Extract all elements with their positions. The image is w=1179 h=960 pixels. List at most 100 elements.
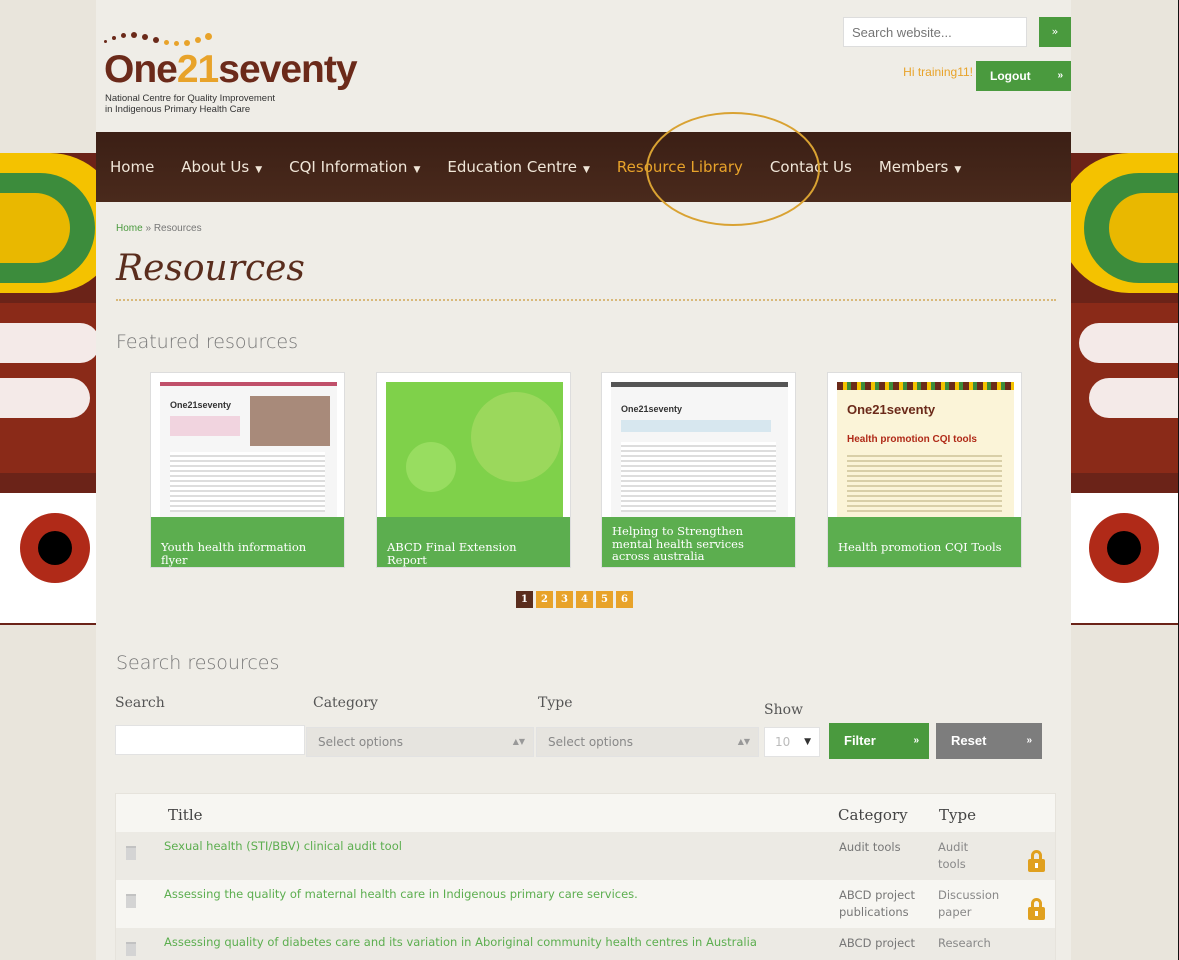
show-label: Show [764,702,804,718]
lock-icon [1028,850,1045,872]
show-count-value: 10 [775,735,791,749]
card-caption: Health promotion CQI Tools [828,517,1021,567]
document-icon [126,846,136,860]
logo-part-one: One [104,48,178,91]
nav-about-us[interactable]: About Us ▼ [181,158,262,176]
card-caption: ABCD Final Extension Report [377,517,570,567]
resource-type: Audit tools [938,840,969,871]
nav-cqi-information[interactable]: CQI Information ▼ [289,158,420,176]
column-header-type[interactable]: Type [939,806,976,824]
page-button-6[interactable]: 6 [616,591,633,608]
title-divider [116,299,1056,301]
caret-down-icon: ▼ [582,165,590,175]
featured-card[interactable]: One21seventy Youth health information fl… [150,372,345,568]
nav-about-us-label: About Us [181,158,250,176]
table-row[interactable]: Assessing quality of diabetes care and i… [116,928,1055,960]
nav-members[interactable]: Members ▼ [879,158,961,176]
chevron-down-icon: ▼ [804,737,811,747]
featured-card[interactable]: ABCD Final Extension Report [376,372,571,568]
caret-down-icon: ▼ [413,165,421,175]
page-container: One21seventy National Centre for Quality… [96,0,1071,960]
card-thumbnail-image [386,382,563,522]
select-arrows-icon: ▲▼ [512,737,525,746]
caret-down-icon: ▼ [954,165,962,175]
category-select-value: Select options [318,735,404,749]
filter-label: Filter [844,733,876,748]
arrow-right-icon: » [913,735,919,746]
resource-title-link[interactable]: Assessing the quality of maternal health… [164,887,638,901]
breadcrumb-home-link[interactable]: Home [116,223,143,234]
resource-category: ABCD project [839,936,916,950]
card-thumbnail-image: One21seventy Health promotion CQI tools [837,382,1014,522]
nav-home-label: Home [110,158,155,176]
logout-label: Logout [990,69,1031,83]
breadcrumb-separator: » [142,223,154,234]
select-arrows-icon: ▲▼ [737,737,750,746]
featured-pagination: 1 2 3 4 5 6 [516,591,633,608]
logo-subtitle-line2: in Indigenous Primary Health Care [105,104,251,115]
annotation-highlight-circle [646,112,820,226]
card-thumbnail-image: One21seventy [160,382,337,522]
resource-type: Discussion paper [938,888,1000,919]
card-thumbnail-image: One21seventy [611,382,788,522]
page-title: Resources [116,248,305,289]
arrow-right-icon: » [1026,735,1032,746]
logo-part-21: 21 [176,48,219,91]
featured-card[interactable]: One21seventy Helping to Strengthen menta… [601,372,796,568]
resource-category: ABCD project publications [839,888,916,919]
logout-arrow-icon: » [1057,70,1063,81]
aboriginal-artwork-right [1069,153,1179,625]
search-resources-heading: Search resources [116,652,280,674]
column-header-title[interactable]: Title [168,806,203,824]
page-button-3[interactable]: 3 [556,591,573,608]
logo-subtitle-line1: National Centre for Quality Improvement [105,93,276,104]
type-select[interactable]: Select options ▲▼ [536,727,759,757]
table-row[interactable]: Sexual health (STI/BBV) clinical audit t… [116,832,1055,880]
user-greeting: Hi training11! [903,65,973,79]
page-button-2[interactable]: 2 [536,591,553,608]
category-select[interactable]: Select options ▲▼ [306,727,534,757]
nav-cqi-label: CQI Information [289,158,408,176]
logo-part-seventy: seventy [218,48,357,91]
resource-type: Research [938,936,991,950]
site-search-input[interactable] [843,17,1027,47]
resource-title-link[interactable]: Sexual health (STI/BBV) clinical audit t… [164,839,402,853]
type-label: Type [538,695,573,711]
nav-education-label: Education Centre [447,158,577,176]
filter-button[interactable]: Filter » [829,723,929,759]
column-header-category[interactable]: Category [838,806,908,824]
site-search-button[interactable]: » [1039,17,1071,47]
page-button-1[interactable]: 1 [516,591,533,608]
reset-button[interactable]: Reset » [936,723,1042,759]
search-label: Search [115,695,165,711]
table-row[interactable]: Assessing the quality of maternal health… [116,880,1055,928]
logo-subtitle: National Centre for Quality Improvement … [105,93,365,115]
show-count-select[interactable]: 10 ▼ [764,727,820,757]
reset-label: Reset [951,733,987,748]
aboriginal-artwork-left [0,153,110,625]
resource-title-link[interactable]: Assessing quality of diabetes care and i… [164,935,757,949]
page-button-4[interactable]: 4 [576,591,593,608]
featured-card[interactable]: One21seventy Health promotion CQI tools … [827,372,1022,568]
nav-members-label: Members [878,158,949,176]
card-caption: Youth health information flyer [151,517,344,567]
nav-education-centre[interactable]: Education Centre ▼ [447,158,590,176]
nav-home[interactable]: Home [110,158,154,176]
logout-button[interactable]: Logout » [976,61,1071,91]
page-button-5[interactable]: 5 [596,591,613,608]
breadcrumb: Home » Resources [116,223,202,234]
document-icon [126,942,136,956]
featured-resources-heading: Featured resources [116,331,298,353]
type-select-value: Select options [548,735,634,749]
document-icon [126,894,136,908]
breadcrumb-current: Resources [153,223,202,234]
caret-down-icon: ▼ [255,165,263,175]
site-logo[interactable]: One21seventy [104,48,358,91]
main-nav: Home About Us ▼ CQI Information ▼ Educatio… [96,132,1071,202]
card-caption: Helping to Strengthen mental health serv… [602,517,795,567]
resource-search-input[interactable] [115,725,305,755]
resource-category: Audit tools [839,840,901,854]
resources-table: Title Category Type Sexual health (STI/B… [115,793,1056,960]
lock-icon [1028,898,1045,920]
category-label: Category [313,695,378,711]
